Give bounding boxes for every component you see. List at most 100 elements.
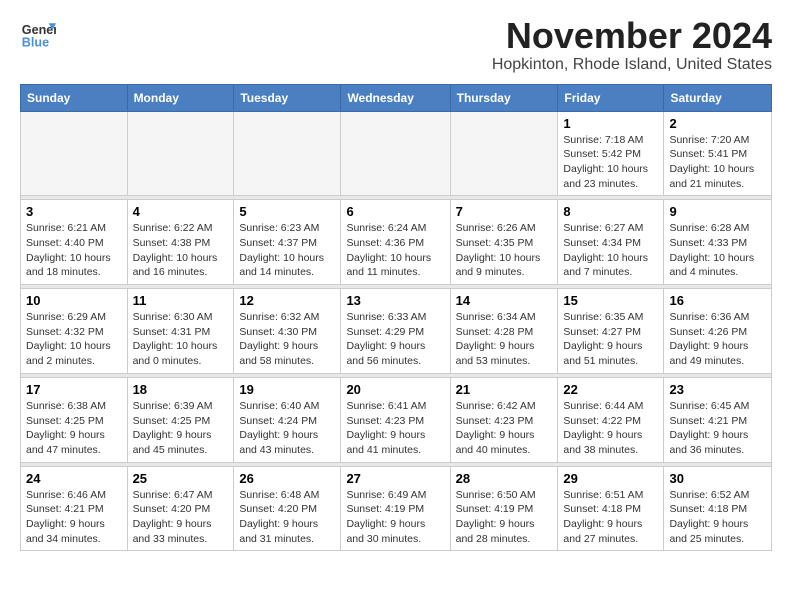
day-info: Sunrise: 6:38 AM Sunset: 4:25 PM Dayligh… (26, 399, 122, 458)
day-number: 12 (239, 293, 335, 308)
day-number: 24 (26, 471, 122, 486)
logo-icon: General Blue (20, 16, 56, 52)
calendar-cell: 15Sunrise: 6:35 AM Sunset: 4:27 PM Dayli… (558, 289, 664, 374)
calendar-week-3: 10 Sunrise: 6:29 AM Sunset: 4:32 PM Dayli… (21, 289, 772, 374)
location-title: Hopkinton, Rhode Island, United States (492, 56, 772, 74)
calendar-cell: 18 Sunrise: 6:39 AM Sunset: 4:25 PM Dayli… (127, 377, 234, 462)
column-header-tuesday: Tuesday (234, 84, 341, 111)
day-info: Sunrise: 6:24 AM Sunset: 4:36 PM Dayligh… (346, 221, 444, 280)
calendar-cell: 8 Sunrise: 6:27 AM Sunset: 4:34 PM Daylig… (558, 200, 664, 285)
calendar-cell: 2 Sunrise: 7:20 AM Sunset: 5:41 PM Daylig… (664, 111, 772, 196)
calendar-cell: 16Sunrise: 6:36 AM Sunset: 4:26 PM Dayli… (664, 289, 772, 374)
calendar-week-1: 1Sunrise: 7:18 AM Sunset: 5:42 PM Daylig… (21, 111, 772, 196)
calendar-table: SundayMondayTuesdayWednesdayThursdayFrid… (20, 84, 772, 552)
calendar-cell: 22 Sunrise: 6:44 AM Sunset: 4:22 PM Dayli… (558, 377, 664, 462)
day-number: 9 (669, 204, 766, 219)
day-info: Sunrise: 6:52 AM Sunset: 4:18 PM Dayligh… (669, 488, 766, 547)
calendar-week-2: 3Sunrise: 6:21 AM Sunset: 4:40 PM Daylig… (21, 200, 772, 285)
calendar-cell: 20 Sunrise: 6:41 AM Sunset: 4:23 PM Dayli… (341, 377, 450, 462)
day-info: Sunrise: 6:44 AM Sunset: 4:22 PM Dayligh… (563, 399, 658, 458)
day-number: 11 (133, 293, 229, 308)
calendar-cell: 1Sunrise: 7:18 AM Sunset: 5:42 PM Daylig… (558, 111, 664, 196)
day-info: Sunrise: 6:50 AM Sunset: 4:19 PM Dayligh… (456, 488, 553, 547)
column-header-wednesday: Wednesday (341, 84, 450, 111)
day-number: 7 (456, 204, 553, 219)
calendar-cell: 7 Sunrise: 6:26 AM Sunset: 4:35 PM Daylig… (450, 200, 558, 285)
day-info: Sunrise: 6:30 AM Sunset: 4:31 PM Dayligh… (133, 310, 229, 369)
day-number: 22 (563, 382, 658, 397)
day-info: Sunrise: 6:39 AM Sunset: 4:25 PM Dayligh… (133, 399, 229, 458)
day-number: 28 (456, 471, 553, 486)
column-header-sunday: Sunday (21, 84, 128, 111)
day-info: Sunrise: 6:32 AM Sunset: 4:30 PM Dayligh… (239, 310, 335, 369)
day-info: Sunrise: 6:34 AM Sunset: 4:28 PM Dayligh… (456, 310, 553, 369)
day-info: Sunrise: 6:23 AM Sunset: 4:37 PM Dayligh… (239, 221, 335, 280)
day-number: 17 (26, 382, 122, 397)
calendar-week-4: 17 Sunrise: 6:38 AM Sunset: 4:25 PM Dayli… (21, 377, 772, 462)
calendar-cell: 11 Sunrise: 6:30 AM Sunset: 4:31 PM Dayli… (127, 289, 234, 374)
calendar-cell: 30 Sunrise: 6:52 AM Sunset: 4:18 PM Dayli… (664, 466, 772, 551)
day-info: Sunrise: 6:28 AM Sunset: 4:33 PM Dayligh… (669, 221, 766, 280)
month-title: November 2024 (492, 16, 772, 56)
day-number: 19 (239, 382, 335, 397)
calendar-cell: 29 Sunrise: 6:51 AM Sunset: 4:18 PM Dayli… (558, 466, 664, 551)
calendar-cell: 23 Sunrise: 6:45 AM Sunset: 4:21 PM Dayli… (664, 377, 772, 462)
day-info: Sunrise: 6:33 AM Sunset: 4:29 PM Dayligh… (346, 310, 444, 369)
day-info: Sunrise: 6:36 AM Sunset: 4:26 PM Dayligh… (669, 310, 766, 369)
day-number: 14 (456, 293, 553, 308)
calendar-cell: 12 Sunrise: 6:32 AM Sunset: 4:30 PM Dayli… (234, 289, 341, 374)
calendar-cell (450, 111, 558, 196)
day-info: Sunrise: 6:27 AM Sunset: 4:34 PM Dayligh… (563, 221, 658, 280)
day-info: Sunrise: 6:40 AM Sunset: 4:24 PM Dayligh… (239, 399, 335, 458)
calendar-cell: 9 Sunrise: 6:28 AM Sunset: 4:33 PM Daylig… (664, 200, 772, 285)
day-info: Sunrise: 6:46 AM Sunset: 4:21 PM Dayligh… (26, 488, 122, 547)
calendar-cell: 4Sunrise: 6:22 AM Sunset: 4:38 PM Daylig… (127, 200, 234, 285)
day-number: 18 (133, 382, 229, 397)
day-info: Sunrise: 6:45 AM Sunset: 4:21 PM Dayligh… (669, 399, 766, 458)
day-info: Sunrise: 6:42 AM Sunset: 4:23 PM Dayligh… (456, 399, 553, 458)
calendar-cell: 19 Sunrise: 6:40 AM Sunset: 4:24 PM Dayli… (234, 377, 341, 462)
day-number: 21 (456, 382, 553, 397)
day-number: 27 (346, 471, 444, 486)
column-header-saturday: Saturday (664, 84, 772, 111)
day-info: Sunrise: 6:49 AM Sunset: 4:19 PM Dayligh… (346, 488, 444, 547)
calendar-cell: 13Sunrise: 6:33 AM Sunset: 4:29 PM Dayli… (341, 289, 450, 374)
day-number: 10 (26, 293, 122, 308)
calendar-cell: 26 Sunrise: 6:48 AM Sunset: 4:20 PM Dayli… (234, 466, 341, 551)
day-number: 6 (346, 204, 444, 219)
calendar-cell: 24 Sunrise: 6:46 AM Sunset: 4:21 PM Dayli… (21, 466, 128, 551)
day-number: 20 (346, 382, 444, 397)
calendar-header-row: SundayMondayTuesdayWednesdayThursdayFrid… (21, 84, 772, 111)
day-number: 8 (563, 204, 658, 219)
day-info: Sunrise: 6:51 AM Sunset: 4:18 PM Dayligh… (563, 488, 658, 547)
calendar-week-5: 24 Sunrise: 6:46 AM Sunset: 4:21 PM Dayli… (21, 466, 772, 551)
column-header-thursday: Thursday (450, 84, 558, 111)
day-number: 3 (26, 204, 122, 219)
day-info: Sunrise: 6:35 AM Sunset: 4:27 PM Dayligh… (563, 310, 658, 369)
day-info: Sunrise: 6:26 AM Sunset: 4:35 PM Dayligh… (456, 221, 553, 280)
day-number: 25 (133, 471, 229, 486)
day-info: Sunrise: 7:20 AM Sunset: 5:41 PM Dayligh… (669, 133, 766, 192)
calendar-cell: 21 Sunrise: 6:42 AM Sunset: 4:23 PM Dayli… (450, 377, 558, 462)
day-number: 1 (563, 116, 658, 131)
calendar-cell (21, 111, 128, 196)
calendar-cell: 5 Sunrise: 6:23 AM Sunset: 4:37 PM Daylig… (234, 200, 341, 285)
calendar-cell (234, 111, 341, 196)
day-info: Sunrise: 6:48 AM Sunset: 4:20 PM Dayligh… (239, 488, 335, 547)
day-number: 26 (239, 471, 335, 486)
header: General Blue November 2024 Hopkinton, Rh… (20, 16, 772, 74)
column-header-friday: Friday (558, 84, 664, 111)
day-info: Sunrise: 6:29 AM Sunset: 4:32 PM Dayligh… (26, 310, 122, 369)
svg-text:Blue: Blue (22, 36, 49, 50)
day-number: 30 (669, 471, 766, 486)
calendar-cell: 17 Sunrise: 6:38 AM Sunset: 4:25 PM Dayli… (21, 377, 128, 462)
day-number: 2 (669, 116, 766, 131)
calendar-cell (341, 111, 450, 196)
day-info: Sunrise: 6:22 AM Sunset: 4:38 PM Dayligh… (133, 221, 229, 280)
calendar-cell: 28 Sunrise: 6:50 AM Sunset: 4:19 PM Dayli… (450, 466, 558, 551)
day-number: 23 (669, 382, 766, 397)
calendar-cell: 10 Sunrise: 6:29 AM Sunset: 4:32 PM Dayli… (21, 289, 128, 374)
day-info: Sunrise: 6:41 AM Sunset: 4:23 PM Dayligh… (346, 399, 444, 458)
day-number: 5 (239, 204, 335, 219)
day-number: 29 (563, 471, 658, 486)
